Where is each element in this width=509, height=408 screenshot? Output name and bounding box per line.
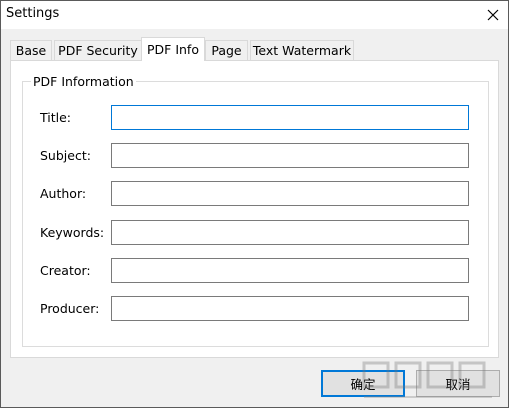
- title-bar: Settings: [1, 1, 508, 29]
- author-input[interactable]: [111, 181, 469, 206]
- title-label: Title:: [40, 110, 71, 125]
- author-label: Author:: [40, 186, 87, 201]
- settings-dialog: Settings Base PDF Security PDF Info Page…: [0, 0, 509, 408]
- pdf-info-panel: PDF Information Title: Subject: Author: …: [10, 60, 499, 358]
- producer-label: Producer:: [40, 301, 100, 316]
- tab-text-watermark[interactable]: Text Watermark: [250, 40, 354, 60]
- title-input[interactable]: [111, 105, 469, 130]
- tab-label: Page: [211, 43, 242, 58]
- producer-input[interactable]: [111, 296, 469, 321]
- close-icon: [487, 9, 499, 21]
- creator-label: Creator:: [40, 263, 91, 278]
- creator-input[interactable]: [111, 258, 469, 283]
- tab-pdf-security[interactable]: PDF Security: [54, 40, 142, 60]
- tab-label: Text Watermark: [252, 43, 352, 58]
- window-title: Settings: [6, 6, 60, 21]
- watermark-logo: [362, 361, 492, 398]
- pdf-information-group: PDF Information Title: Subject: Author: …: [22, 74, 489, 347]
- tab-label: Base: [15, 43, 47, 58]
- group-legend: PDF Information: [31, 74, 136, 89]
- tab-pdf-info[interactable]: PDF Info: [141, 37, 205, 61]
- keywords-label: Keywords:: [40, 225, 105, 240]
- tab-page[interactable]: Page: [205, 40, 248, 60]
- keywords-input[interactable]: [111, 220, 469, 245]
- tab-label: PDF Security: [58, 43, 138, 58]
- tab-label: PDF Info: [147, 42, 199, 57]
- subject-label: Subject:: [40, 148, 91, 163]
- subject-input[interactable]: [111, 143, 469, 168]
- tab-base[interactable]: Base: [10, 40, 52, 60]
- close-button[interactable]: [478, 1, 508, 29]
